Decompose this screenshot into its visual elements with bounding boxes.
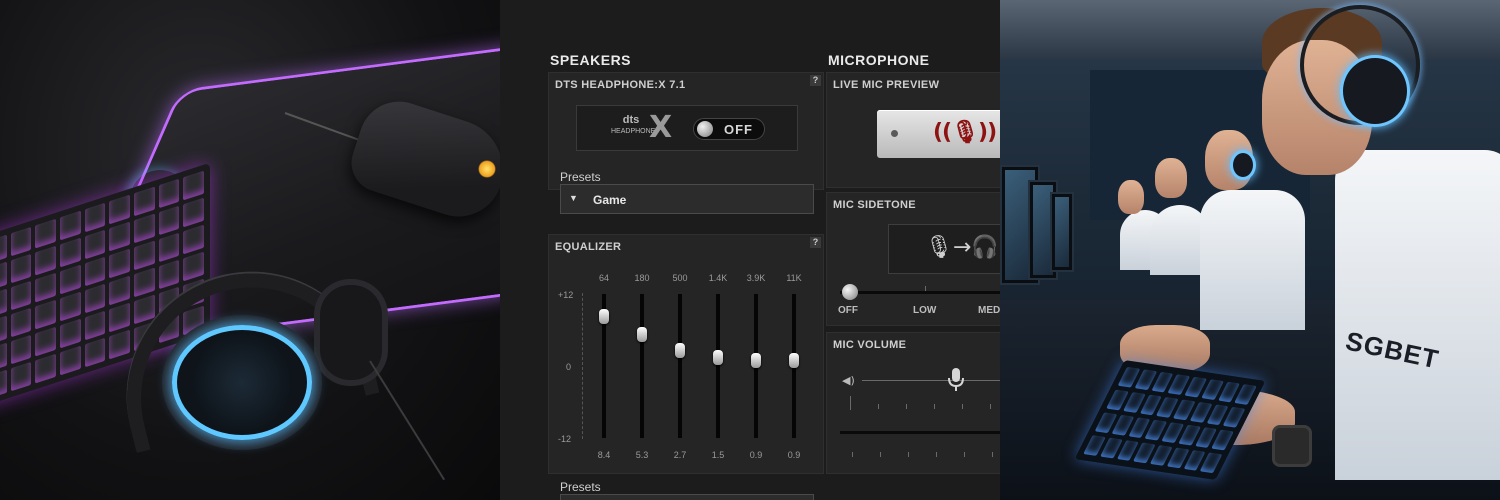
presets-label-2: Presets	[560, 480, 601, 494]
volume-tick	[906, 404, 907, 409]
microphone-waves-icon: ((🎙))	[933, 120, 997, 145]
eq-slider-knob[interactable]	[713, 350, 723, 366]
eq-band-value: 2.7	[673, 450, 687, 460]
eq-slider-knob[interactable]	[789, 353, 799, 369]
eq-band-value: 0.9	[749, 450, 763, 460]
volume-tick	[936, 452, 937, 457]
sidetone-slider-track[interactable]	[840, 291, 1000, 294]
sidetone-label: MIC SIDETONE	[833, 199, 916, 211]
volume-tick	[908, 452, 909, 457]
eq-slider-track[interactable]	[678, 294, 682, 438]
eq-db-bottom: -12	[558, 434, 572, 444]
dts-x-logo: X	[649, 110, 673, 145]
mic-volume-track[interactable]	[862, 380, 1000, 381]
presets-label: Presets	[560, 170, 601, 184]
live-mic-preview-button[interactable]: ((🎙))	[877, 110, 1000, 158]
wristwatch	[1272, 425, 1312, 467]
headset-earcup	[1340, 55, 1410, 127]
preset-value: Game	[593, 193, 627, 207]
ceiling-lights	[1000, 0, 1500, 60]
esports-players-photo	[1000, 0, 1500, 500]
volume-tick	[852, 452, 853, 457]
eq-band-frequency: 500	[672, 273, 688, 283]
mic-volume-bar	[840, 431, 1000, 434]
eq-slider-knob[interactable]	[599, 308, 609, 324]
sidetone-tick	[925, 286, 926, 291]
status-dot	[891, 130, 898, 137]
eq-band-frequency: 1.4K	[708, 273, 728, 283]
volume-tick	[962, 404, 963, 409]
player-head	[1155, 158, 1187, 198]
preset-dropdown[interactable]: ▼ Game	[560, 184, 814, 214]
question-icon[interactable]: ?	[810, 75, 821, 86]
eq-db-top: +12	[558, 290, 574, 300]
dts-label: DTS HEADPHONE:X 7.1	[555, 79, 686, 91]
microphone-title: MICROPHONE	[828, 52, 930, 68]
volume-tick	[992, 452, 993, 457]
chevron-down-icon: ▼	[569, 193, 578, 203]
equalizer-label: EQUALIZER	[555, 241, 622, 253]
eq-band-value: 5.3	[635, 450, 649, 460]
equalizer-section: EQUALIZER ?	[548, 234, 824, 474]
eq-db-mid: 0	[566, 362, 572, 372]
eq-band-value: 8.4	[597, 450, 611, 460]
speaker-low-icon: ◀)	[842, 374, 855, 387]
dts-toggle-box: dts HEADPHONE X OFF	[576, 105, 798, 151]
dts-logo-top: dts	[622, 114, 640, 126]
dts-logo: dts HEADPHONE	[611, 114, 656, 142]
eq-band-frequency: 180	[634, 273, 650, 283]
eq-scale	[582, 293, 583, 439]
eq-band-value: 1.5	[711, 450, 725, 460]
mic-volume-label: MIC VOLUME	[833, 339, 907, 351]
toggle-knob[interactable]	[697, 121, 713, 137]
microphone-icon[interactable]	[946, 366, 966, 392]
eq-band-frequency: 3.9K	[746, 273, 766, 283]
eq-slider-track[interactable]	[640, 294, 644, 438]
sidetone-slider-knob[interactable]	[842, 284, 858, 300]
player-head	[1118, 180, 1144, 214]
volume-tick	[964, 452, 965, 457]
player-shirt	[1200, 190, 1305, 330]
volume-tick	[850, 396, 851, 410]
dts-toggle-switch[interactable]: OFF	[693, 118, 765, 140]
volume-tick	[990, 404, 991, 409]
preset-dropdown-2[interactable]	[560, 494, 814, 500]
headset-earcup	[1230, 150, 1256, 180]
speakers-title: SPEAKERS	[550, 52, 632, 68]
eq-band-frequency: 11K	[786, 273, 802, 283]
eq-slider-knob[interactable]	[751, 353, 761, 369]
sidetone-low-label: LOW	[913, 305, 937, 316]
eq-slider-track[interactable]	[716, 294, 720, 438]
headset-cable	[369, 360, 446, 481]
toggle-state: OFF	[724, 122, 753, 137]
eq-band-frequency: 64	[598, 273, 609, 283]
audio-settings-panel: SPEAKERS DTS HEADPHONE:X 7.1 ? dts HEADP…	[500, 0, 1000, 500]
sidetone-display: 🎙→🎧	[888, 224, 1000, 274]
volume-tick	[878, 404, 879, 409]
dts-logo-bottom: HEADPHONE	[611, 128, 656, 135]
eq-slider-knob[interactable]	[637, 327, 647, 343]
volume-tick	[934, 404, 935, 409]
monitor	[1050, 192, 1074, 272]
question-icon[interactable]: ?	[810, 237, 821, 248]
gaming-gear-photo	[0, 0, 500, 500]
sidetone-med-label: MED	[978, 305, 1000, 316]
mouse-logo-icon	[478, 160, 496, 178]
volume-tick	[880, 452, 881, 457]
live-preview-label: LIVE MIC PREVIEW	[833, 79, 940, 91]
sidetone-off-label: OFF	[838, 305, 858, 316]
main-player-shirt	[1335, 150, 1500, 480]
headset-earcup-left	[172, 325, 312, 440]
eq-band-value: 0.9	[787, 450, 801, 460]
mic-to-headphones-icon: 🎙→🎧	[925, 235, 999, 260]
eq-slider-knob[interactable]	[675, 343, 685, 359]
